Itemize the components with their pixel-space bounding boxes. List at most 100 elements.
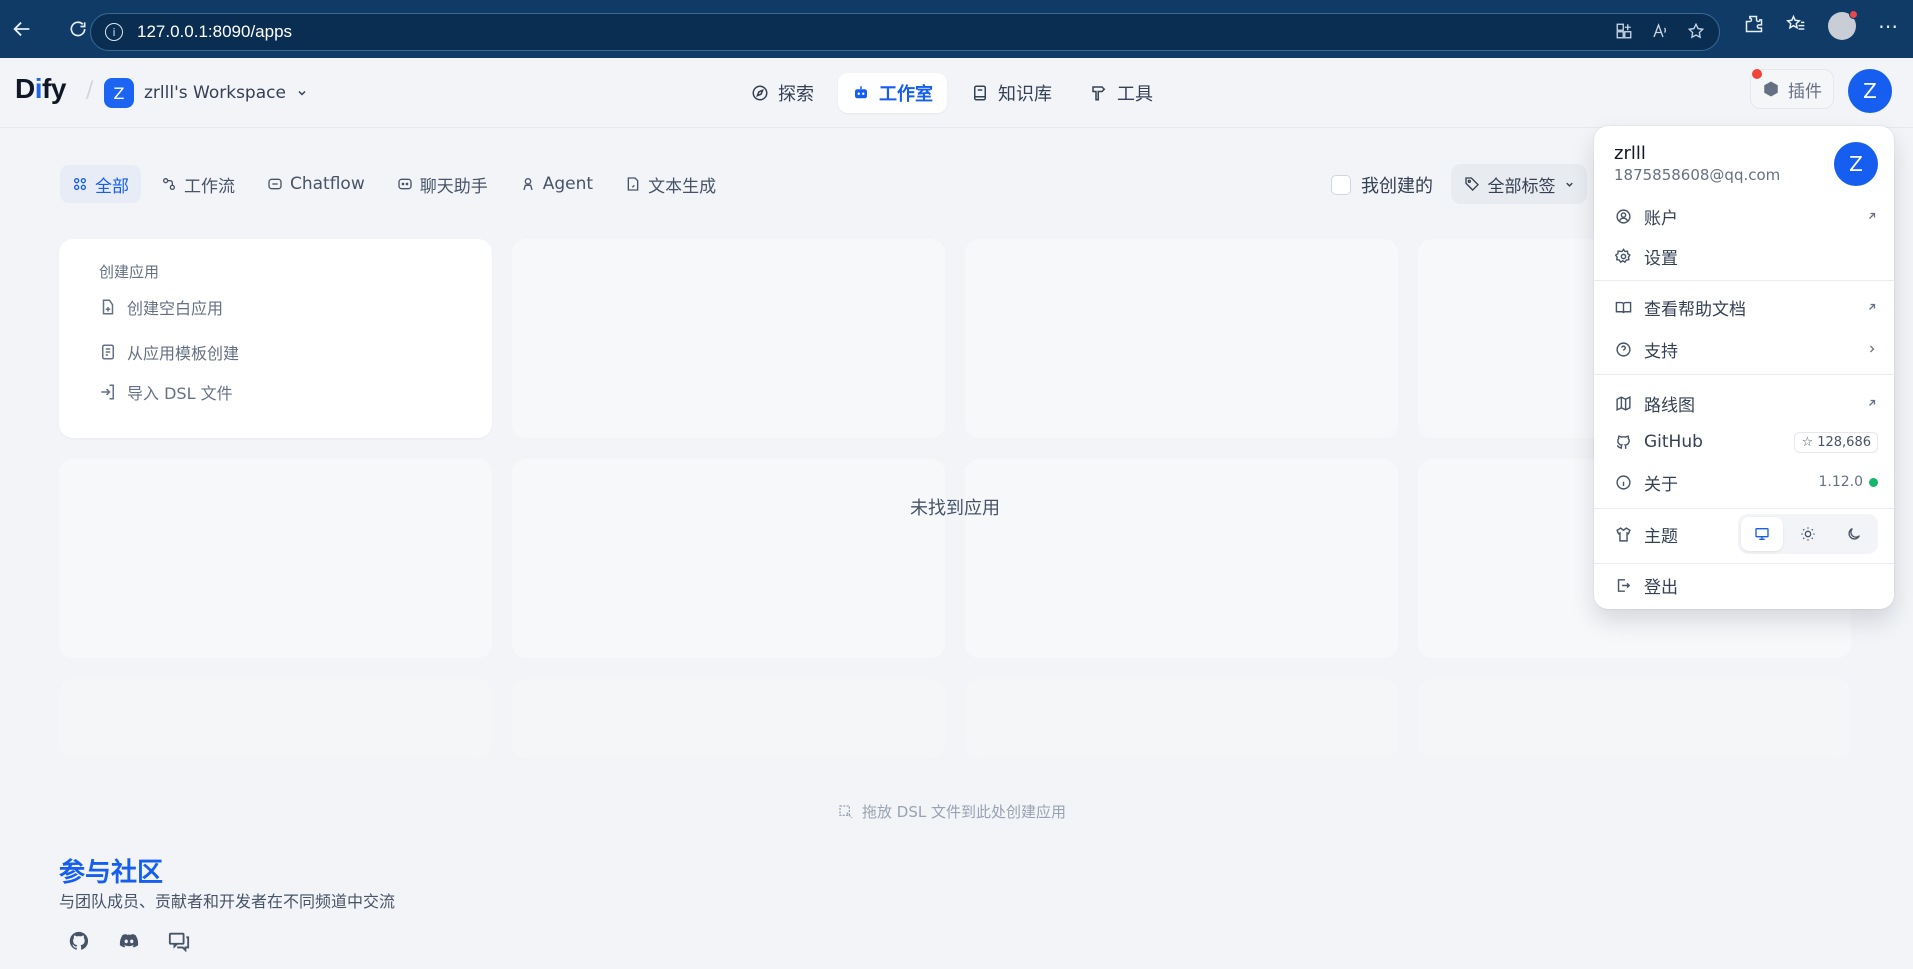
compass-icon bbox=[752, 85, 768, 101]
user-email: 1875858608@qq.com bbox=[1614, 166, 1781, 184]
logout-icon bbox=[1614, 576, 1632, 594]
menu-account[interactable]: 账户 bbox=[1614, 200, 1878, 232]
app-card-placeholder bbox=[965, 459, 1398, 658]
workspace-name: zrlll's Workspace bbox=[144, 83, 286, 103]
nav-studio[interactable]: 工作室 bbox=[838, 73, 947, 113]
github-stars-badge: ☆ 128,686 bbox=[1794, 431, 1878, 453]
menu-logout[interactable]: 登出 bbox=[1614, 569, 1878, 601]
app-header: Dify / Z zrlll's Workspace 探索 工作室 知识库 工具… bbox=[0, 58, 1913, 128]
app-card-placeholder bbox=[512, 459, 945, 658]
filter-chatbot[interactable]: 聊天助手 bbox=[385, 165, 500, 203]
created-by-me-checkbox[interactable] bbox=[1331, 175, 1351, 195]
plugins-button[interactable]: 插件 bbox=[1750, 69, 1834, 109]
app-card-placeholder bbox=[59, 459, 492, 658]
main-nav: 探索 工作室 知识库 工具 bbox=[737, 73, 1167, 113]
read-aloud-icon[interactable] bbox=[1651, 22, 1669, 45]
info-circle-icon bbox=[1614, 473, 1632, 491]
filter-agent[interactable]: Agent bbox=[508, 165, 605, 203]
create-app-card: 创建应用 创建空白应用 从应用模板创建 导入 DSL 文件 bbox=[59, 239, 492, 438]
nav-knowledge[interactable]: 知识库 bbox=[957, 73, 1066, 113]
app-available-icon[interactable] bbox=[1615, 22, 1633, 45]
grid-icon bbox=[74, 178, 86, 190]
divider: / bbox=[86, 78, 94, 103]
favorites-icon[interactable] bbox=[1785, 14, 1806, 38]
chat-bubble-icon bbox=[398, 178, 412, 190]
address-bar[interactable]: i 127.0.0.1:8090/apps bbox=[90, 13, 1720, 51]
document-icon bbox=[627, 177, 639, 191]
chatflow-icon bbox=[268, 178, 282, 190]
import-dsl-button[interactable]: 导入 DSL 文件 bbox=[99, 380, 233, 404]
app-card-placeholder bbox=[965, 679, 1398, 759]
create-blank-app-button[interactable]: 创建空白应用 bbox=[99, 295, 223, 319]
monitor-icon bbox=[1755, 528, 1769, 540]
menu-github[interactable]: GitHub ☆ 128,686 bbox=[1614, 426, 1878, 458]
filter-workflow[interactable]: 工作流 bbox=[149, 165, 247, 203]
cube-icon bbox=[1764, 81, 1778, 97]
theme-light-button[interactable] bbox=[1787, 517, 1829, 551]
nav-explore[interactable]: 探索 bbox=[737, 73, 828, 113]
chevron-down-icon bbox=[298, 90, 306, 96]
forum-icon[interactable] bbox=[165, 927, 193, 955]
notification-dot bbox=[1752, 69, 1762, 79]
theme-system-button[interactable] bbox=[1741, 517, 1783, 551]
external-link-icon bbox=[1866, 397, 1878, 409]
drop-file-icon bbox=[839, 804, 853, 818]
status-dot bbox=[1869, 477, 1878, 487]
map-icon bbox=[1614, 394, 1632, 412]
favorite-star-icon[interactable] bbox=[1687, 22, 1705, 45]
filter-all[interactable]: 全部 bbox=[60, 165, 141, 203]
browser-profile-avatar[interactable] bbox=[1828, 10, 1858, 40]
app-card-placeholder bbox=[512, 239, 945, 438]
app-card-placeholder bbox=[59, 679, 492, 759]
account-dropdown: zrlll 1875858608@qq.com Z 账户 设置 查看帮助文档 支… bbox=[1594, 126, 1894, 609]
community-links bbox=[65, 927, 193, 955]
menu-about[interactable]: 关于 1.12.0 bbox=[1614, 466, 1878, 498]
version-text: 1.12.0 bbox=[1818, 474, 1863, 490]
template-icon bbox=[102, 344, 114, 360]
agent-icon bbox=[523, 178, 533, 191]
filter-text-generation[interactable]: 文本生成 bbox=[613, 165, 728, 203]
dify-logo[interactable]: Dify bbox=[15, 73, 66, 105]
community-subtitle: 与团队成员、贡献者和开发者在不同频道中交流 bbox=[59, 892, 396, 911]
workflow-icon bbox=[163, 178, 175, 190]
created-by-me-toggle[interactable]: 我创建的 bbox=[1331, 172, 1433, 198]
filter-chatflow[interactable]: Chatflow bbox=[255, 165, 377, 203]
user-avatar-button[interactable]: Z bbox=[1848, 69, 1892, 113]
more-menu-icon[interactable]: ⋯ bbox=[1878, 14, 1899, 38]
chevron-right-icon bbox=[1866, 343, 1878, 355]
book-icon bbox=[974, 85, 986, 101]
shirt-icon bbox=[1614, 525, 1632, 543]
menu-theme: 主题 bbox=[1614, 513, 1878, 555]
theme-switcher bbox=[1738, 514, 1878, 554]
robot-icon bbox=[855, 86, 867, 99]
workspace-badge: Z bbox=[104, 78, 134, 108]
user-name: zrlll bbox=[1614, 143, 1646, 164]
divider bbox=[1594, 374, 1894, 375]
back-icon[interactable] bbox=[4, 11, 40, 47]
create-from-template-button[interactable]: 从应用模板创建 bbox=[99, 340, 239, 364]
menu-help-docs[interactable]: 查看帮助文档 bbox=[1614, 291, 1878, 323]
menu-settings[interactable]: 设置 bbox=[1614, 240, 1878, 272]
tag-filter-dropdown[interactable]: 全部标签 bbox=[1451, 164, 1587, 204]
extensions-icon[interactable] bbox=[1744, 14, 1764, 38]
menu-roadmap[interactable]: 路线图 bbox=[1614, 387, 1878, 419]
external-link-icon bbox=[1866, 301, 1878, 313]
chevron-down-icon bbox=[1565, 182, 1573, 187]
github-icon[interactable] bbox=[65, 927, 93, 955]
tag-icon bbox=[1464, 177, 1479, 191]
discord-icon[interactable] bbox=[115, 927, 143, 955]
workspace-selector[interactable]: Z zrlll's Workspace bbox=[104, 78, 308, 108]
gear-icon bbox=[1614, 247, 1632, 265]
nav-tools[interactable]: 工具 bbox=[1076, 73, 1167, 113]
theme-dark-button[interactable] bbox=[1833, 517, 1875, 551]
app-card-placeholder bbox=[1418, 679, 1851, 759]
app-card-placeholder bbox=[965, 239, 1398, 438]
github-icon bbox=[1614, 433, 1632, 451]
dropdown-avatar: Z bbox=[1834, 142, 1878, 186]
divider bbox=[1594, 563, 1894, 564]
app-card-placeholder bbox=[512, 679, 945, 759]
app-type-filters: 全部 工作流 Chatflow 聊天助手 Agent 文本生成 bbox=[60, 165, 728, 203]
community-title: 参与社区 bbox=[59, 858, 164, 888]
site-info-icon[interactable]: i bbox=[105, 23, 123, 41]
menu-support[interactable]: 支持 bbox=[1614, 333, 1878, 365]
